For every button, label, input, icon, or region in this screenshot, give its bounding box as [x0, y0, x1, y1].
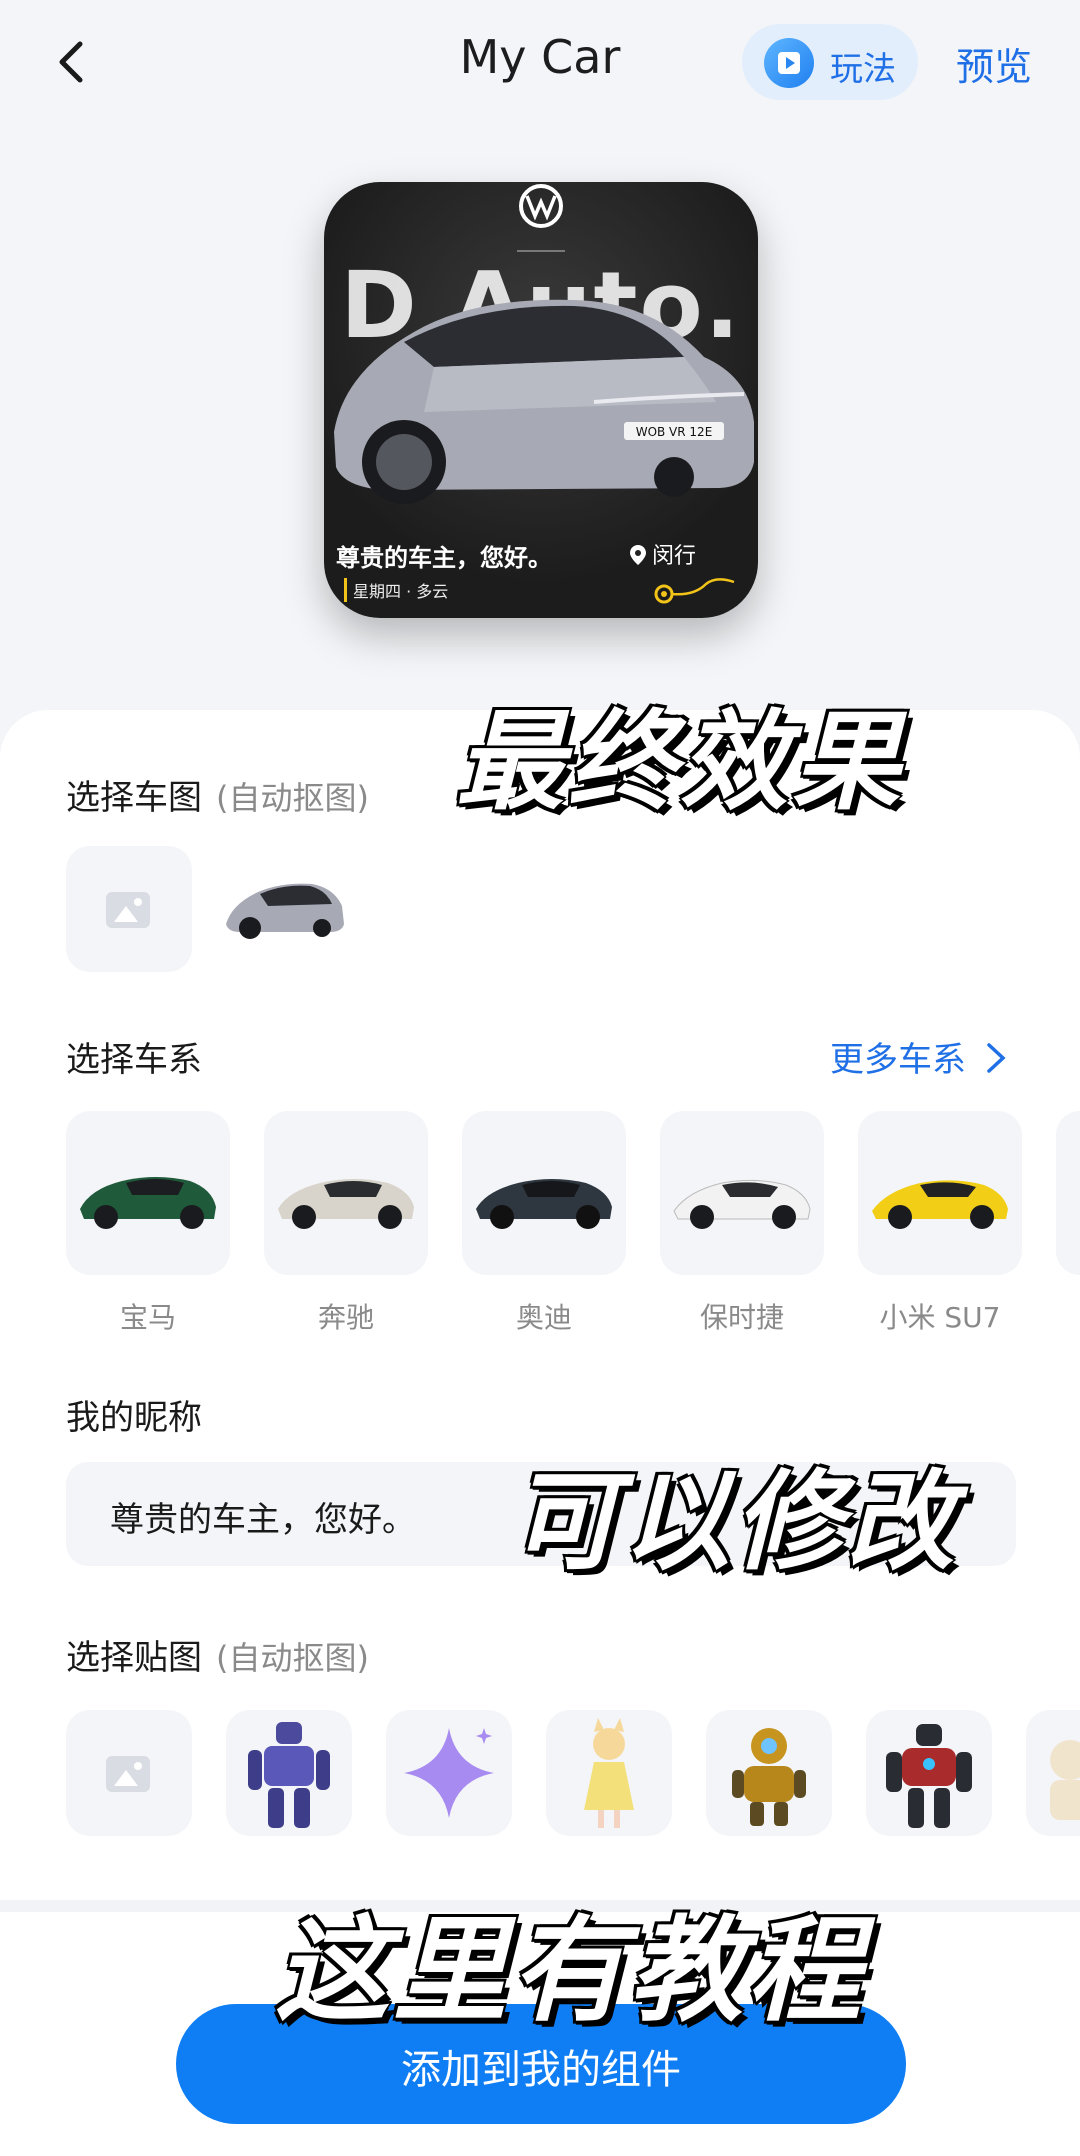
play-label: 玩法 — [830, 49, 896, 88]
brand-tile-porsche[interactable] — [660, 1111, 824, 1275]
top-bar: My Car 玩法 预览 — [0, 0, 1080, 130]
image-placeholder-icon — [106, 892, 150, 928]
sticker-title-text: 选择贴图 — [66, 1638, 202, 1678]
overlay-caption-tutorial: 这里有教程 — [273, 1903, 866, 2039]
sticker-option-next[interactable] — [1026, 1710, 1080, 1836]
nickname-section-title: 我的昵称 — [66, 1398, 202, 1438]
car-image-section-title: 选择车图 (自动抠图) — [66, 770, 369, 819]
play-icon — [764, 38, 814, 88]
porsche-car-image — [673, 1179, 811, 1229]
vw-logo-icon — [517, 184, 565, 252]
widget-location: 闵行 — [630, 538, 696, 570]
sticker-option-sparkle[interactable] — [386, 1710, 512, 1836]
route-icon — [654, 578, 735, 604]
bmw-car-image — [80, 1177, 216, 1229]
upload-car-image-tile[interactable] — [66, 846, 192, 972]
car-image-hint: (自动抠图) — [216, 779, 369, 817]
brand-tile-bmw[interactable] — [66, 1111, 230, 1275]
audi-car-image — [476, 1179, 612, 1229]
upload-sticker-tile[interactable] — [66, 1710, 192, 1836]
widget-location-text: 闵行 — [652, 544, 697, 569]
sticker-hint: (自动抠图) — [216, 1639, 369, 1677]
overlay-caption-editable: 可以修改 — [508, 1459, 959, 1587]
page-title: My Car — [459, 30, 621, 84]
sparkle-sticker — [404, 1728, 494, 1818]
more-series-label: 更多车系 — [830, 1040, 966, 1080]
next-sticker-partial — [1050, 1740, 1080, 1820]
mercedes-car-image — [278, 1179, 414, 1229]
widget-greeting: 尊贵的车主，您好。 — [336, 544, 552, 572]
brand-tile-xiaomi[interactable] — [858, 1111, 1022, 1275]
add-to-widgets-label: 添加到我的组件 — [401, 2047, 681, 2093]
car-series-section-title: 选择车系 — [66, 1040, 202, 1080]
location-pin-icon — [630, 545, 646, 565]
gold-robot-sticker — [732, 1728, 806, 1826]
sticker-section-title: 选择贴图 (自动抠图) — [66, 1630, 369, 1679]
brand-label-audi: 奥迪 — [515, 1301, 572, 1334]
cat-girl-sticker — [584, 1718, 634, 1828]
widget-preview-card: D Auto. WOB VR 12E 尊贵的车主，您好。 闵行 星期四 · 多云 — [324, 182, 758, 618]
license-plate: WOB VR 12E — [636, 425, 713, 439]
car-thumbnail — [226, 883, 344, 939]
brand-label-mercedes: 奔驰 — [317, 1301, 374, 1334]
sticker-option-gold-robot[interactable] — [706, 1710, 832, 1836]
more-series-link[interactable]: 更多车系 — [830, 1032, 1007, 1081]
brand-label-xiaomi: 小米 SU7 — [879, 1301, 1001, 1334]
brand-label-porsche: 保时捷 — [699, 1301, 784, 1334]
chevron-right-icon — [987, 1043, 1006, 1073]
play-guide-button[interactable]: 玩法 — [742, 24, 918, 100]
image-placeholder-icon — [106, 1756, 150, 1792]
car-image-option[interactable] — [222, 846, 348, 972]
widget-weather: 星期四 · 多云 — [344, 578, 448, 602]
brand-label-bmw: 宝马 — [119, 1301, 176, 1334]
red-mecha-sticker — [886, 1724, 972, 1828]
mecha-sticker — [248, 1722, 330, 1828]
car-image-title-text: 选择车图 — [66, 778, 202, 818]
preview-button[interactable]: 预览 — [956, 36, 1032, 91]
brand-tile-audi[interactable] — [462, 1111, 626, 1275]
overlay-caption-final-effect: 最终效果 — [454, 699, 905, 827]
sticker-option-mecha[interactable] — [226, 1710, 352, 1836]
sticker-option-red-mecha[interactable] — [866, 1710, 992, 1836]
xiaomi-car-image — [872, 1180, 1008, 1229]
car-image: WOB VR 12E — [334, 299, 754, 504]
sticker-option-cat-girl[interactable] — [546, 1710, 672, 1836]
brand-tile-next[interactable] — [1056, 1111, 1080, 1275]
brand-tile-mercedes[interactable] — [264, 1111, 428, 1275]
nickname-value: 尊贵的车主，您好。 — [110, 1500, 416, 1540]
